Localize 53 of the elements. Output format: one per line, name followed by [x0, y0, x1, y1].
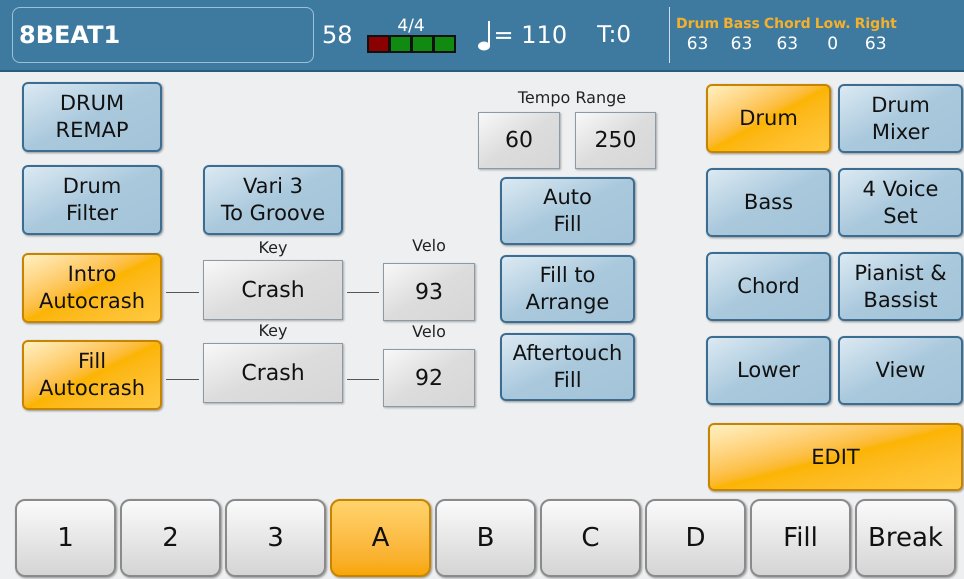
part-label: Right — [854, 15, 897, 33]
part-volume: 63 — [730, 33, 752, 55]
part-volume: 63 — [686, 33, 708, 55]
velocity-field[interactable]: 93 — [383, 263, 475, 321]
toggle-button[interactable]: EDIT — [708, 423, 963, 491]
tempo-readout: = 110 — [494, 20, 568, 51]
button[interactable]: View — [838, 336, 963, 405]
button[interactable]: 4 Voice Set — [838, 168, 963, 237]
velocity-field[interactable]: 92 — [383, 349, 475, 407]
variation-tab[interactable]: D — [645, 499, 746, 577]
field-label: Tempo Range — [516, 89, 628, 107]
variation-tab[interactable]: A — [330, 499, 431, 577]
field-label: Key — [257, 322, 288, 340]
key-field[interactable]: Crash — [203, 260, 343, 320]
button[interactable]: Chord — [706, 252, 831, 321]
toggle-button[interactable]: Drum — [706, 84, 831, 153]
button[interactable]: DRUM REMAP — [22, 82, 162, 152]
variation-tab[interactable]: Break — [855, 499, 956, 577]
key-field[interactable]: Crash — [203, 343, 343, 403]
part-label: Bass — [723, 15, 760, 33]
button[interactable]: Auto Fill — [500, 177, 635, 245]
button[interactable]: Aftertouch Fill — [500, 333, 635, 401]
field-label: Key — [257, 239, 288, 257]
style-name-field[interactable]: 8BEAT1 — [12, 7, 314, 63]
toggle-button[interactable]: Intro Autocrash — [22, 253, 162, 323]
tempo-min-field[interactable]: 60 — [478, 112, 560, 169]
variation-tab[interactable]: Fill — [750, 499, 851, 577]
note-icon — [478, 19, 492, 51]
part-volume: 0 — [827, 33, 838, 55]
button[interactable]: Lower — [706, 336, 831, 405]
time-signature: 4/4 — [397, 17, 425, 35]
button[interactable]: Pianist & Bassist — [838, 252, 963, 321]
part-volume: 63 — [776, 33, 798, 55]
field-label: Velo — [411, 323, 447, 341]
variation-tab[interactable]: B — [435, 499, 536, 577]
variation-tab[interactable]: 1 — [15, 499, 116, 577]
measure-counter: 58 — [322, 20, 353, 51]
part-volume: 63 — [864, 33, 887, 55]
variation-tab[interactable]: C — [540, 499, 641, 577]
tempo-max-field[interactable]: 250 — [575, 112, 656, 169]
button[interactable]: Vari 3 To Groove — [203, 165, 343, 235]
button[interactable]: Fill to Arrange — [500, 255, 635, 323]
variation-tab[interactable]: 3 — [225, 499, 326, 577]
transpose-readout: T:0 — [597, 20, 631, 50]
part-label: Drum — [676, 15, 720, 33]
variation-tab[interactable]: 2 — [120, 499, 221, 577]
button[interactable]: Bass — [706, 168, 831, 237]
part-label: Chord — [764, 15, 811, 33]
button[interactable]: Drum Mixer — [838, 84, 963, 153]
toggle-button[interactable]: Fill Autocrash — [22, 340, 162, 410]
field-label: Velo — [411, 237, 447, 255]
button[interactable]: Drum Filter — [22, 165, 162, 235]
part-label: Low. — [814, 15, 851, 33]
